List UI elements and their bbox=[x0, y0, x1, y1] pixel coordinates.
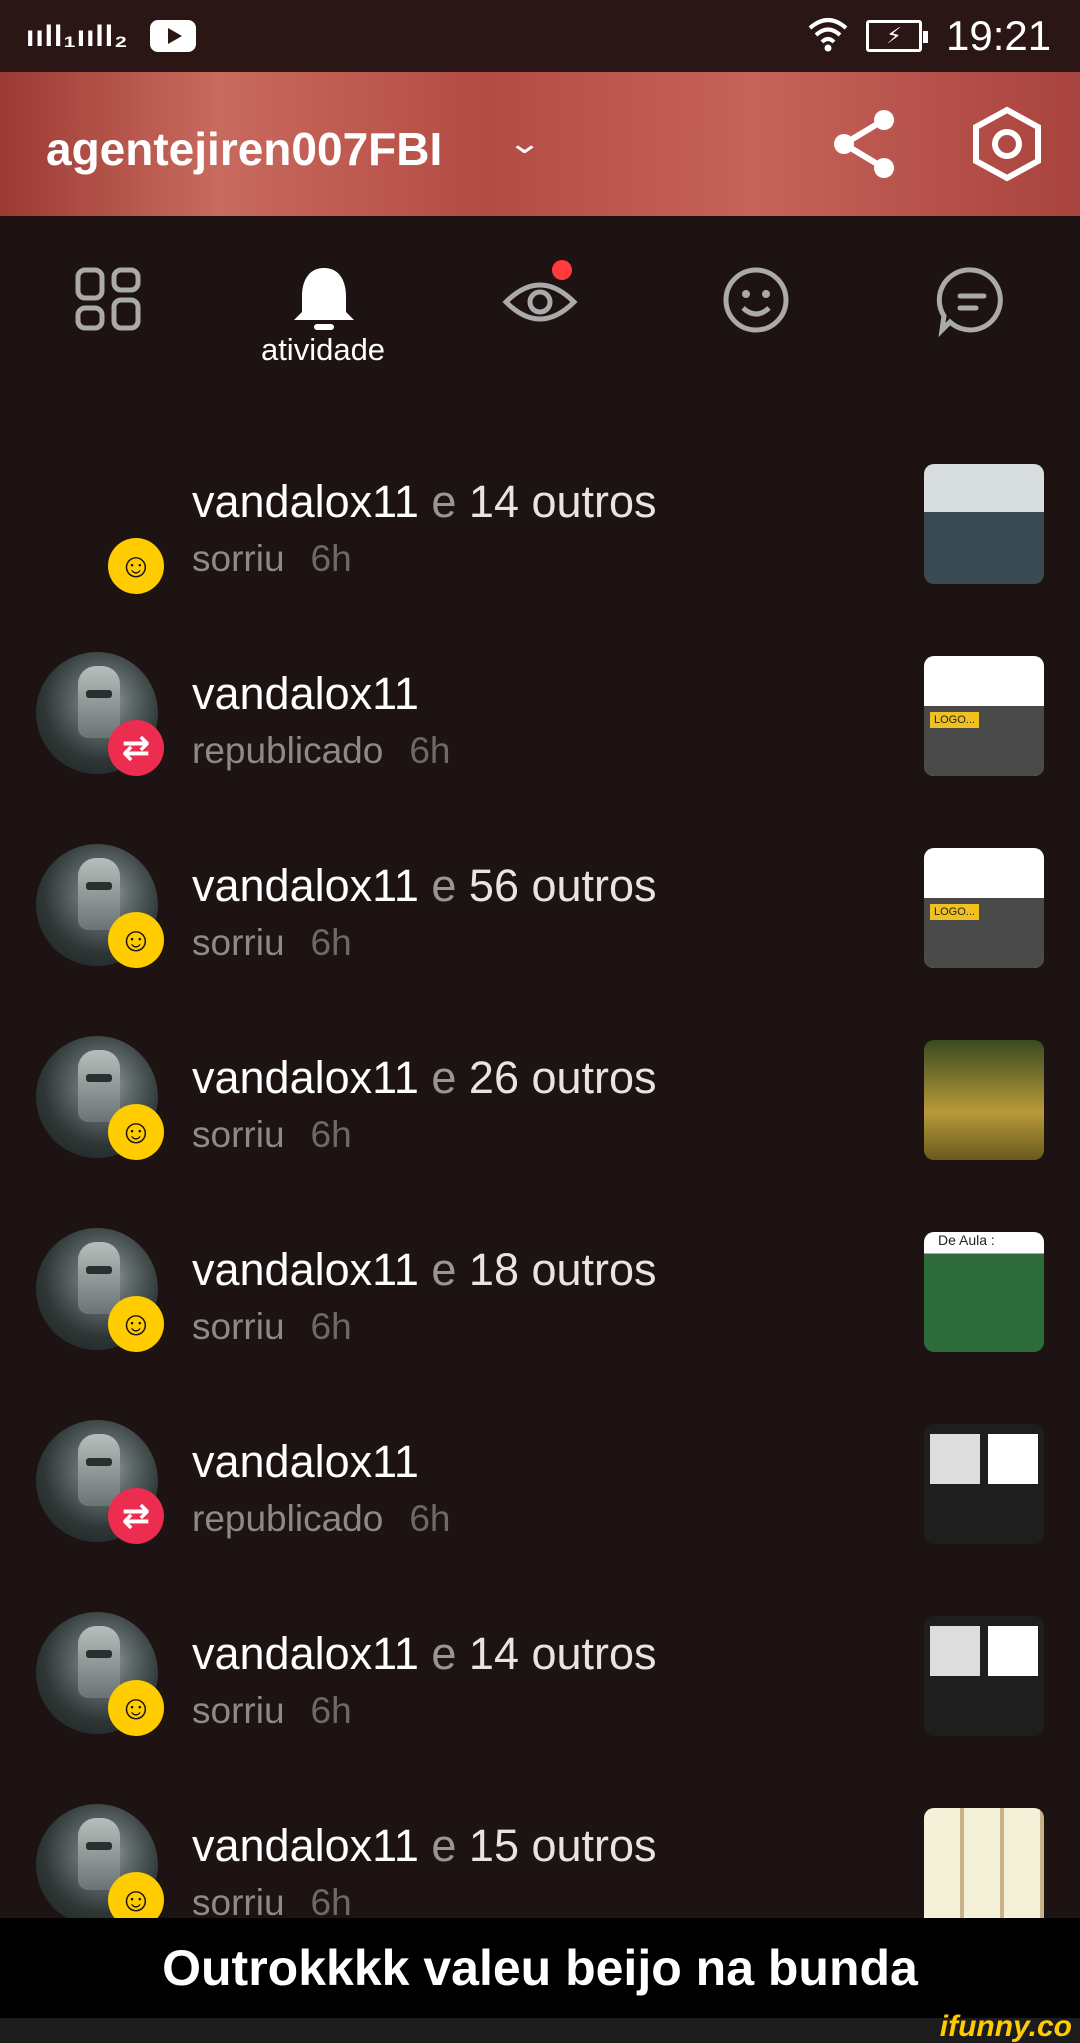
activity-username[interactable]: vandalox11 bbox=[192, 1436, 419, 1487]
notification-dot bbox=[552, 260, 572, 280]
meme-thumbnail[interactable] bbox=[924, 1232, 1044, 1352]
battery-charging-icon: ⚡ bbox=[866, 20, 928, 52]
activity-time: 6h bbox=[310, 1306, 352, 1347]
grid-icon bbox=[75, 267, 141, 331]
list-item[interactable]: ☺ vandalox11 e 14 outros sorriu 6h bbox=[0, 430, 1080, 622]
ifunny-watermark: ifunny.co bbox=[939, 2010, 1072, 2043]
meme-thumbnail[interactable] bbox=[924, 1040, 1044, 1160]
activity-title: vandalox11 e 18 outros bbox=[192, 1244, 657, 1296]
smile-badge-icon: ☺ bbox=[108, 538, 164, 594]
conjunction: e bbox=[431, 476, 457, 527]
profile-header: agentejiren007FBI ⌄ bbox=[0, 72, 1080, 216]
activity-username[interactable]: vandalox11 bbox=[192, 1820, 419, 1871]
conjunction: e bbox=[431, 1244, 457, 1295]
tab-activity[interactable] bbox=[284, 260, 364, 340]
activity-action: sorriu bbox=[192, 1114, 285, 1155]
others-count[interactable]: 26 outros bbox=[469, 1052, 657, 1103]
status-bar: ııll₁ııll₂ ⚡ 19:21 bbox=[0, 0, 1080, 72]
activity-username[interactable]: vandalox11 bbox=[192, 1052, 419, 1103]
username-switcher[interactable]: agentejiren007FBI bbox=[46, 122, 442, 176]
conjunction: e bbox=[431, 1052, 457, 1103]
activity-username[interactable]: vandalox11 bbox=[192, 1628, 419, 1679]
activity-time: 6h bbox=[310, 922, 352, 963]
activity-time: 6h bbox=[310, 1690, 352, 1731]
tab-comments[interactable] bbox=[932, 260, 1012, 340]
tab-smiles[interactable] bbox=[716, 260, 796, 340]
tab-activity-label: atividade bbox=[260, 332, 386, 367]
activity-action-line: sorriu 6h bbox=[192, 922, 352, 964]
activity-action-line: republicado 6h bbox=[192, 730, 450, 772]
list-item[interactable]: ☺ vandalox11 e 26 outros sorriu 6h bbox=[0, 1006, 1080, 1198]
signal-strength-icon: ııll₁ııll₂ bbox=[26, 20, 129, 53]
meme-thumbnail[interactable] bbox=[924, 1808, 1044, 1928]
chat-icon bbox=[936, 267, 1003, 338]
activity-action: sorriu bbox=[192, 538, 285, 579]
meme-thumbnail[interactable] bbox=[924, 464, 1044, 584]
profile-tabs: atividade bbox=[0, 216, 1080, 376]
activity-title: vandalox11 e 15 outros bbox=[192, 1820, 657, 1872]
republish-badge-icon: ⇄ bbox=[108, 1488, 164, 1544]
activity-action-line: republicado 6h bbox=[192, 1498, 450, 1540]
activity-username[interactable]: vandalox11 bbox=[192, 668, 419, 719]
activity-title: vandalox11 e 14 outros bbox=[192, 476, 657, 528]
list-item[interactable]: ⇄ vandalox11 republicado 6h bbox=[0, 622, 1080, 814]
activity-time: 6h bbox=[409, 730, 451, 771]
meme-caption: Outrokkkk valeu beijo na bunda bbox=[0, 1918, 1080, 2018]
chevron-down-icon[interactable]: ⌄ bbox=[507, 126, 542, 161]
activity-action-line: sorriu 6h bbox=[192, 538, 352, 580]
bell-icon bbox=[294, 268, 354, 330]
activity-title: vandalox11 e 56 outros bbox=[192, 860, 657, 912]
activity-action-line: sorriu 6h bbox=[192, 1114, 352, 1156]
youtube-icon bbox=[150, 20, 196, 52]
list-item[interactable]: ☺ vandalox11 e 14 outros sorriu 6h bbox=[0, 1582, 1080, 1774]
activity-action: republicado bbox=[192, 730, 384, 771]
conjunction: e bbox=[431, 860, 457, 911]
smile-badge-icon: ☺ bbox=[108, 1296, 164, 1352]
list-item[interactable]: ☺ vandalox11 e 56 outros sorriu 6h bbox=[0, 814, 1080, 1006]
activity-action: republicado bbox=[192, 1498, 384, 1539]
republish-badge-icon: ⇄ bbox=[108, 720, 164, 776]
footer-bar bbox=[0, 2018, 1080, 2043]
activity-time: 6h bbox=[310, 538, 352, 579]
list-item[interactable]: ⇄ vandalox11 republicado 6h bbox=[0, 1390, 1080, 1582]
clock-time: 19:21 bbox=[946, 12, 1052, 59]
activity-action: sorriu bbox=[192, 1690, 285, 1731]
activity-action-line: sorriu 6h bbox=[192, 1306, 352, 1348]
settings-gear-icon[interactable] bbox=[970, 106, 1044, 182]
others-count[interactable]: 56 outros bbox=[469, 860, 657, 911]
meme-thumbnail[interactable] bbox=[924, 848, 1044, 968]
others-count[interactable]: 18 outros bbox=[469, 1244, 657, 1295]
conjunction: e bbox=[431, 1628, 457, 1679]
others-count[interactable]: 14 outros bbox=[469, 476, 657, 527]
wifi-icon bbox=[808, 18, 848, 52]
conjunction: e bbox=[431, 1820, 457, 1871]
meme-thumbnail[interactable] bbox=[924, 1616, 1044, 1736]
meme-thumbnail[interactable] bbox=[924, 1424, 1044, 1544]
activity-action-line: sorriu 6h bbox=[192, 1690, 352, 1732]
meme-thumbnail[interactable] bbox=[924, 656, 1044, 776]
tab-grid[interactable] bbox=[68, 260, 148, 340]
activity-username[interactable]: vandalox11 bbox=[192, 476, 419, 527]
smile-badge-icon: ☺ bbox=[108, 912, 164, 968]
activity-title: vandalox11 bbox=[192, 668, 419, 720]
activity-time: 6h bbox=[310, 1882, 352, 1923]
list-item[interactable]: ☺ vandalox11 e 18 outros sorriu 6h bbox=[0, 1198, 1080, 1390]
smile-icon bbox=[723, 267, 789, 333]
others-count[interactable]: 15 outros bbox=[469, 1820, 657, 1871]
activity-title: vandalox11 e 14 outros bbox=[192, 1628, 657, 1680]
activity-username[interactable]: vandalox11 bbox=[192, 1244, 419, 1295]
activity-time: 6h bbox=[310, 1114, 352, 1155]
smile-badge-icon: ☺ bbox=[108, 1680, 164, 1736]
activity-title: vandalox11 bbox=[192, 1436, 419, 1488]
activity-title: vandalox11 e 26 outros bbox=[192, 1052, 657, 1104]
activity-action: sorriu bbox=[192, 922, 285, 963]
activity-action: sorriu bbox=[192, 1882, 285, 1923]
activity-username[interactable]: vandalox11 bbox=[192, 860, 419, 911]
activity-action: sorriu bbox=[192, 1306, 285, 1347]
share-icon[interactable] bbox=[830, 106, 900, 182]
smile-badge-icon: ☺ bbox=[108, 1104, 164, 1160]
activity-time: 6h bbox=[409, 1498, 451, 1539]
others-count[interactable]: 14 outros bbox=[469, 1628, 657, 1679]
